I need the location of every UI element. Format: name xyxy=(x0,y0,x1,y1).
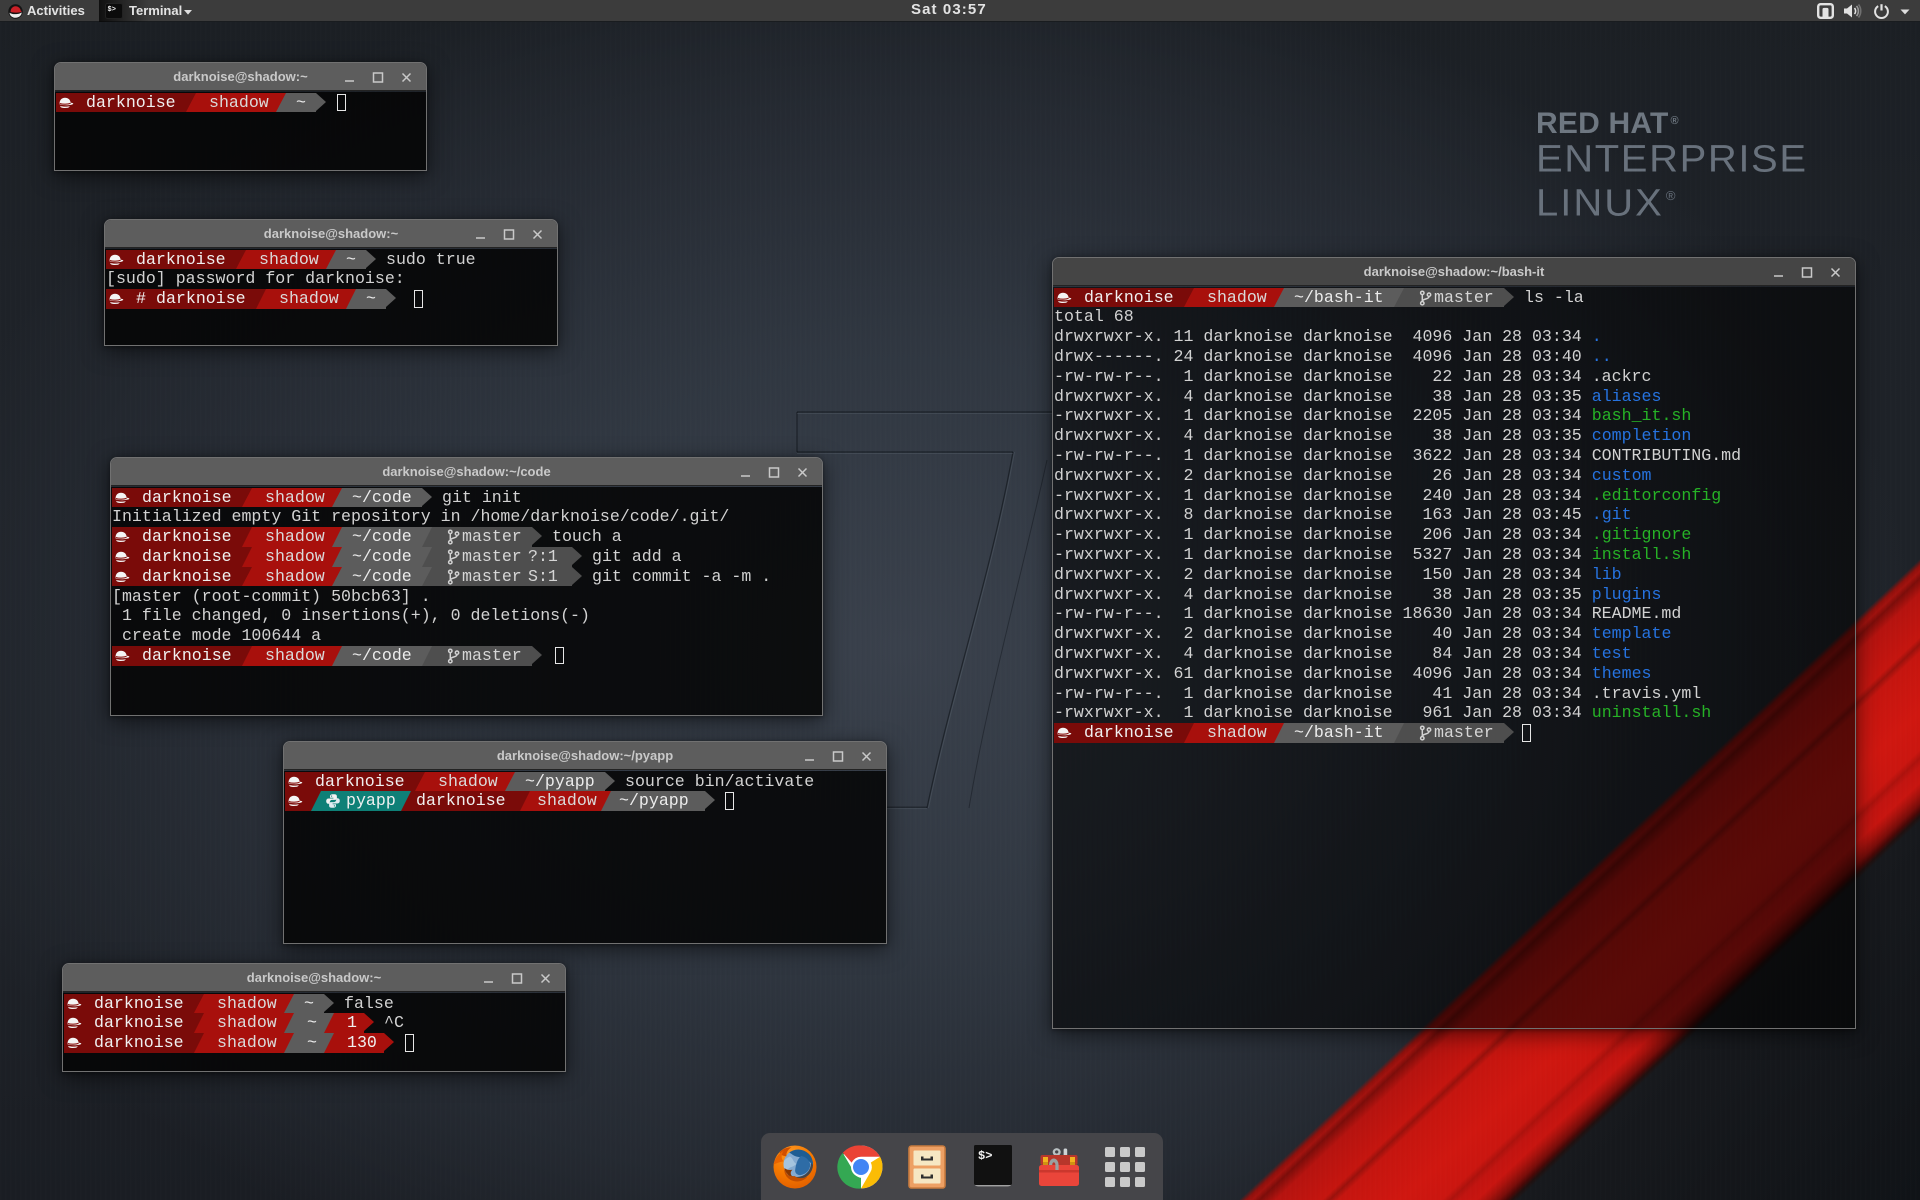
svg-text:$>: $> xyxy=(978,1149,992,1163)
svg-text:$>: $> xyxy=(108,6,116,14)
